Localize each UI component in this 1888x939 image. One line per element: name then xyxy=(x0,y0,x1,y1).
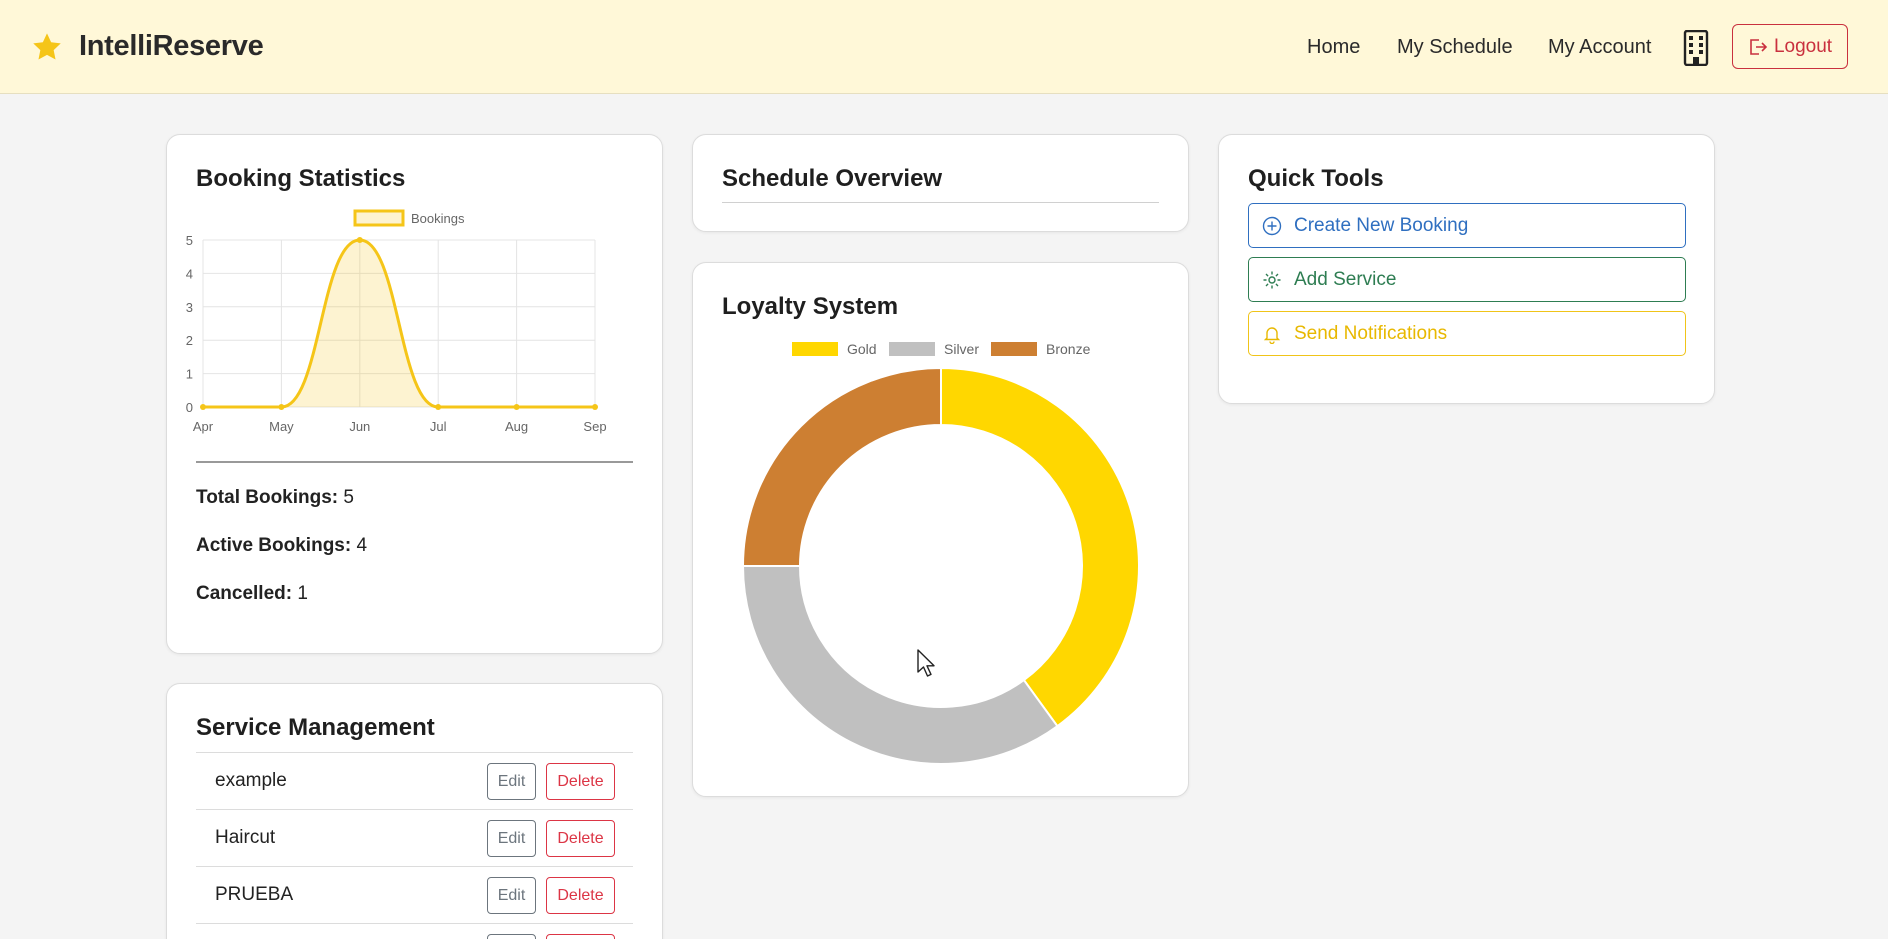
legend-item-gold[interactable]: Gold xyxy=(792,341,877,357)
bookings-line-chart: Bookings 0 1 2 3 4 5 Apr May Jun Jul Aug Sep xyxy=(186,209,607,434)
x-tick-label: Jun xyxy=(349,419,370,434)
top-navbar: IntelliReserve Home My Schedule My Accou… xyxy=(0,0,1888,94)
service-management-card: Service Management example Edit Delete H… xyxy=(166,683,663,939)
active-bookings-label: Active Bookings: xyxy=(196,535,352,556)
x-tick-label: Jul xyxy=(430,419,447,434)
nav-link-my-schedule[interactable]: My Schedule xyxy=(1397,36,1513,59)
cancelled-label: Cancelled: xyxy=(196,583,293,604)
loyalty-system-card: Loyalty System Gold Silver Bronze xyxy=(692,262,1189,797)
bell-icon xyxy=(1263,326,1281,344)
legend-label: Gold xyxy=(847,341,877,357)
plus-circle-icon xyxy=(1262,216,1282,235)
delete-button[interactable]: Delete xyxy=(546,877,615,914)
divider xyxy=(722,202,1159,203)
star-icon xyxy=(33,32,61,60)
nav-link-home[interactable]: Home xyxy=(1307,36,1360,59)
data-point xyxy=(435,404,442,410)
create-new-booking-button[interactable]: Create New Booking xyxy=(1248,203,1686,248)
data-point xyxy=(278,404,285,410)
data-point xyxy=(356,237,363,243)
edit-button[interactable]: Edit xyxy=(487,763,536,800)
quick-tools-card: Quick Tools Create New Booking Add Servi… xyxy=(1218,134,1715,404)
y-tick-label: 2 xyxy=(186,333,193,348)
data-point xyxy=(200,404,206,410)
loyalty-system-title: Loyalty System xyxy=(722,293,899,320)
x-tick-label: Aug xyxy=(505,419,528,434)
total-bookings-value: 5 xyxy=(343,487,354,508)
data-point xyxy=(592,404,598,410)
brand[interactable]: IntelliReserve xyxy=(31,30,264,63)
logout-icon xyxy=(1750,38,1768,55)
building-icon[interactable] xyxy=(1683,30,1709,66)
cancelled-value: 1 xyxy=(297,583,308,604)
edit-button[interactable]: Edit xyxy=(487,820,536,857)
active-bookings-value: 4 xyxy=(356,535,368,556)
loyalty-donut-chart xyxy=(741,366,1140,765)
x-tick-label: May xyxy=(269,419,294,434)
y-tick-label: 0 xyxy=(186,400,193,415)
total-bookings-stat: Total Bookings: 5 xyxy=(196,487,354,509)
delete-button[interactable]: Delete xyxy=(546,763,615,800)
donut-slice-bronze xyxy=(741,366,942,567)
list-item: Haircut Edit Delete xyxy=(196,809,633,866)
y-tick-label: 3 xyxy=(186,300,193,315)
booking-statistics-card: Booking Statistics Bookings 0 1 2 3 4 5 Apr May J… xyxy=(166,134,663,654)
legend-label: Bookings xyxy=(411,211,465,226)
list-item: PRUEBA Edit Delete xyxy=(196,866,633,923)
divider xyxy=(196,461,633,463)
delete-button[interactable] xyxy=(546,934,615,939)
cancelled-stat: Cancelled: 1 xyxy=(196,583,308,605)
logout-label: Logout xyxy=(1773,35,1833,57)
total-bookings-label: Total Bookings: xyxy=(196,487,339,508)
mouse-cursor-icon xyxy=(917,649,935,677)
service-name: PRUEBA xyxy=(215,884,294,905)
active-bookings-stat: Active Bookings: 4 xyxy=(196,535,367,557)
x-tick-label: Sep xyxy=(583,419,606,434)
edit-button[interactable] xyxy=(487,934,536,939)
edit-button[interactable]: Edit xyxy=(487,877,536,914)
legend-label: Bronze xyxy=(1046,341,1091,357)
legend-swatch xyxy=(991,342,1037,356)
list-item: example Edit Delete xyxy=(196,752,633,809)
schedule-overview-title: Schedule Overview xyxy=(722,165,943,192)
list-item xyxy=(196,923,633,939)
quick-tools-title: Quick Tools xyxy=(1248,165,1384,192)
legend-label: Silver xyxy=(944,341,980,357)
service-name: example xyxy=(215,770,287,791)
service-management-title: Service Management xyxy=(196,714,435,741)
donut-slice-gold xyxy=(940,366,1140,728)
legend-item-bronze[interactable]: Bronze xyxy=(991,341,1090,357)
send-notifications-button[interactable]: Send Notifications xyxy=(1248,311,1686,356)
add-service-label: Add Service xyxy=(1294,268,1397,290)
service-name: Haircut xyxy=(215,827,276,848)
brand-name: IntelliReserve xyxy=(79,30,264,62)
donut-slice-silver xyxy=(741,565,1059,765)
logout-button[interactable]: Logout xyxy=(1732,24,1848,69)
legend-item-silver[interactable]: Silver xyxy=(889,341,979,357)
gear-icon xyxy=(1263,271,1281,288)
legend-swatch xyxy=(889,342,935,356)
data-point xyxy=(513,404,520,410)
delete-button[interactable]: Delete xyxy=(546,820,615,857)
send-notifications-label: Send Notifications xyxy=(1294,322,1448,344)
nav-link-my-account[interactable]: My Account xyxy=(1548,36,1651,59)
create-new-booking-label: Create New Booking xyxy=(1294,214,1469,236)
y-tick-label: 5 xyxy=(186,233,193,248)
booking-statistics-title: Booking Statistics xyxy=(196,165,406,192)
legend-swatch xyxy=(792,342,838,356)
y-tick-label: 4 xyxy=(186,266,193,281)
schedule-overview-card: Schedule Overview xyxy=(692,134,1189,232)
add-service-button[interactable]: Add Service xyxy=(1248,257,1686,302)
y-tick-label: 1 xyxy=(186,367,193,382)
legend-swatch xyxy=(353,209,405,227)
x-tick-label: Apr xyxy=(193,419,214,434)
